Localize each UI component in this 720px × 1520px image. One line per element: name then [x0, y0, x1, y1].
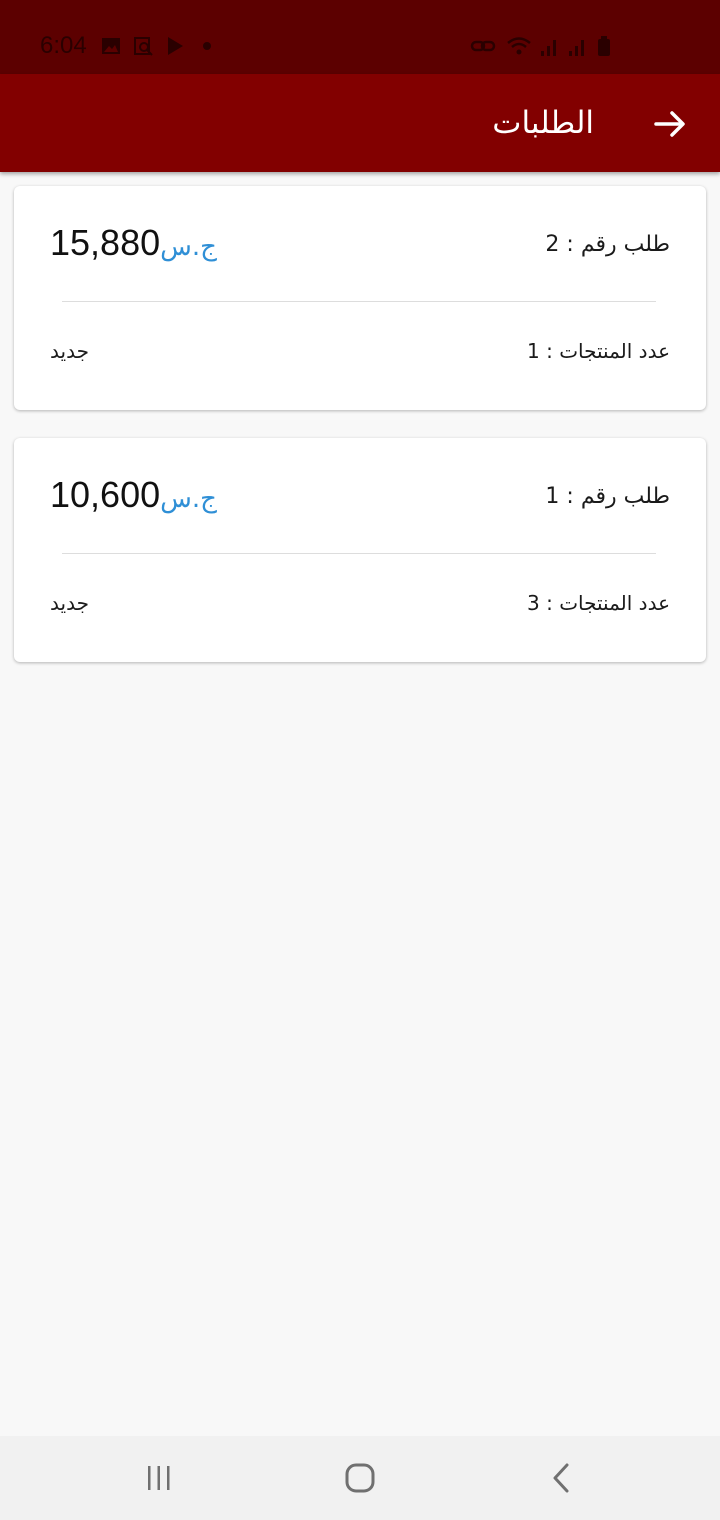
status-time: 6:04 — [40, 32, 87, 59]
dot-icon — [196, 35, 218, 57]
divider — [62, 301, 656, 302]
status-bar: 6:04 — [0, 0, 720, 74]
order-status: جديد — [50, 591, 89, 615]
signal-icon — [568, 35, 588, 57]
order-amount: 10,600 — [50, 474, 161, 515]
home-button[interactable] — [340, 1458, 380, 1498]
order-currency: ج.س — [160, 232, 217, 262]
screenshot-icon — [132, 35, 154, 57]
status-right-icons — [470, 34, 612, 58]
order-amount: 15,880 — [50, 222, 161, 263]
system-back-button[interactable] — [541, 1458, 581, 1498]
wifi-icon — [506, 35, 532, 57]
order-number: طلب رقم : 2 — [545, 232, 670, 257]
order-card[interactable]: طلب رقم : 2 ج.س15,880 عدد المنتجات : 1 ج… — [14, 186, 706, 410]
back-icon — [553, 1463, 569, 1493]
arrow-back-icon — [654, 111, 685, 137]
back-button[interactable] — [650, 104, 690, 144]
system-nav-bar — [0, 1436, 720, 1520]
status-left-icons — [100, 34, 218, 58]
page-title: الطلبات — [492, 105, 594, 141]
gallery-icon — [100, 35, 122, 57]
order-items-count: عدد المنتجات : 1 — [527, 339, 670, 363]
recent-apps-icon — [148, 1466, 170, 1490]
order-currency: ج.س — [160, 484, 217, 514]
link-icon — [470, 35, 498, 57]
order-items-count: عدد المنتجات : 3 — [527, 591, 670, 615]
order-status: جديد — [50, 339, 89, 363]
signal-icon — [540, 35, 560, 57]
battery-icon — [596, 35, 612, 57]
recent-apps-button[interactable] — [139, 1458, 179, 1498]
order-total: ج.س15,880 — [50, 220, 227, 270]
order-total: ج.س10,600 — [50, 472, 227, 522]
play-store-icon — [164, 35, 186, 57]
home-icon — [345, 1463, 375, 1493]
order-card[interactable]: طلب رقم : 1 ج.س10,600 عدد المنتجات : 3 ج… — [14, 438, 706, 662]
divider — [62, 553, 656, 554]
app-bar: الطلبات — [0, 74, 720, 172]
order-number: طلب رقم : 1 — [545, 484, 670, 509]
